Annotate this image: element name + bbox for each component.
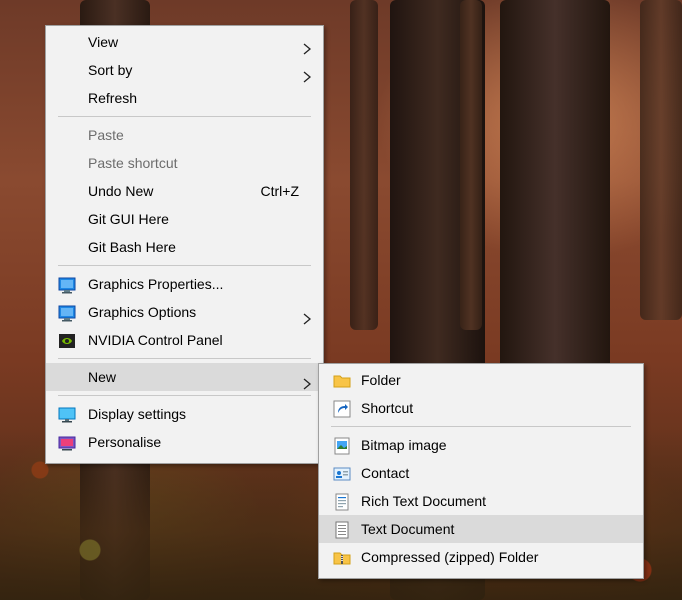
menu-item-shortcut: Ctrl+Z <box>260 183 300 199</box>
menu-item-label: View <box>88 34 119 50</box>
menu-separator <box>58 358 311 359</box>
new-submenu: Folder Shortcut Bitmap image Contact Rich Te… <box>318 363 644 579</box>
intel-graphics-icon <box>58 303 76 322</box>
menu-item-label: Undo New <box>88 183 154 199</box>
contact-icon <box>333 464 351 482</box>
menu-item-contact[interactable]: Contact <box>319 459 643 487</box>
tree-trunk <box>640 0 682 320</box>
menu-item-label: Paste shortcut <box>88 155 178 171</box>
menu-item-text-document[interactable]: Text Document <box>319 515 643 543</box>
intel-graphics-icon <box>58 275 76 294</box>
tree-trunk <box>350 0 378 330</box>
menu-item-folder[interactable]: Folder <box>319 366 643 394</box>
zip-folder-icon <box>333 548 351 566</box>
menu-item-label: Personalise <box>88 434 162 450</box>
menu-separator <box>331 426 631 427</box>
desktop-context-menu: View Sort by Refresh Paste Paste shortcut Und… <box>45 25 324 464</box>
menu-item-paste: Paste <box>46 121 323 149</box>
menu-item-sort-by[interactable]: Sort by <box>46 56 323 84</box>
menu-item-personalise[interactable]: Personalise <box>46 428 323 456</box>
menu-item-graphics-options[interactable]: Graphics Options <box>46 298 323 326</box>
folder-icon <box>333 371 351 389</box>
menu-item-label: New <box>88 369 117 385</box>
nvidia-icon <box>58 331 76 349</box>
menu-separator <box>58 265 311 266</box>
rich-text-icon <box>333 492 351 511</box>
menu-item-new[interactable]: New <box>46 363 323 391</box>
menu-item-label: NVIDIA Control Panel <box>88 332 223 348</box>
menu-item-label: Refresh <box>88 90 138 106</box>
menu-item-label: Shortcut <box>361 400 414 416</box>
chevron-right-icon <box>301 36 313 55</box>
chevron-right-icon <box>301 371 313 390</box>
menu-separator <box>58 395 311 396</box>
menu-item-label: Paste <box>88 127 124 143</box>
shortcut-icon <box>333 399 351 418</box>
menu-item-graphics-properties[interactable]: Graphics Properties... <box>46 270 323 298</box>
menu-item-label: Git Bash Here <box>88 239 176 255</box>
menu-item-bitmap-image[interactable]: Bitmap image <box>319 431 643 459</box>
personalise-icon <box>58 433 76 451</box>
text-document-icon <box>333 520 351 539</box>
menu-item-label: Bitmap image <box>361 437 447 453</box>
menu-item-label: Graphics Properties... <box>88 276 224 292</box>
menu-item-label: Compressed (zipped) Folder <box>361 549 539 565</box>
bitmap-icon <box>333 436 351 455</box>
menu-item-display-settings[interactable]: Display settings <box>46 400 323 428</box>
menu-item-label: Text Document <box>361 521 455 537</box>
menu-item-label: Folder <box>361 372 401 388</box>
tree-trunk <box>460 0 482 330</box>
menu-item-label: Graphics Options <box>88 304 197 320</box>
menu-separator <box>58 116 311 117</box>
menu-item-label: Sort by <box>88 62 133 78</box>
menu-item-paste-shortcut: Paste shortcut <box>46 149 323 177</box>
menu-item-git-gui-here[interactable]: Git GUI Here <box>46 205 323 233</box>
menu-item-view[interactable]: View <box>46 28 323 56</box>
menu-item-rich-text-document[interactable]: Rich Text Document <box>319 487 643 515</box>
monitor-icon <box>58 405 76 423</box>
menu-item-git-bash-here[interactable]: Git Bash Here <box>46 233 323 261</box>
chevron-right-icon <box>301 306 313 325</box>
menu-item-undo-new[interactable]: Undo New Ctrl+Z <box>46 177 323 205</box>
menu-item-label: Display settings <box>88 406 187 422</box>
menu-item-compressed-zipped-folder[interactable]: Compressed (zipped) Folder <box>319 543 643 571</box>
menu-item-refresh[interactable]: Refresh <box>46 84 323 112</box>
menu-item-label: Git GUI Here <box>88 211 169 227</box>
menu-item-label: Contact <box>361 465 410 481</box>
chevron-right-icon <box>301 64 313 83</box>
tree-trunk <box>500 0 610 380</box>
menu-item-nvidia-control-panel[interactable]: NVIDIA Control Panel <box>46 326 323 354</box>
menu-item-shortcut[interactable]: Shortcut <box>319 394 643 422</box>
menu-item-label: Rich Text Document <box>361 493 487 509</box>
